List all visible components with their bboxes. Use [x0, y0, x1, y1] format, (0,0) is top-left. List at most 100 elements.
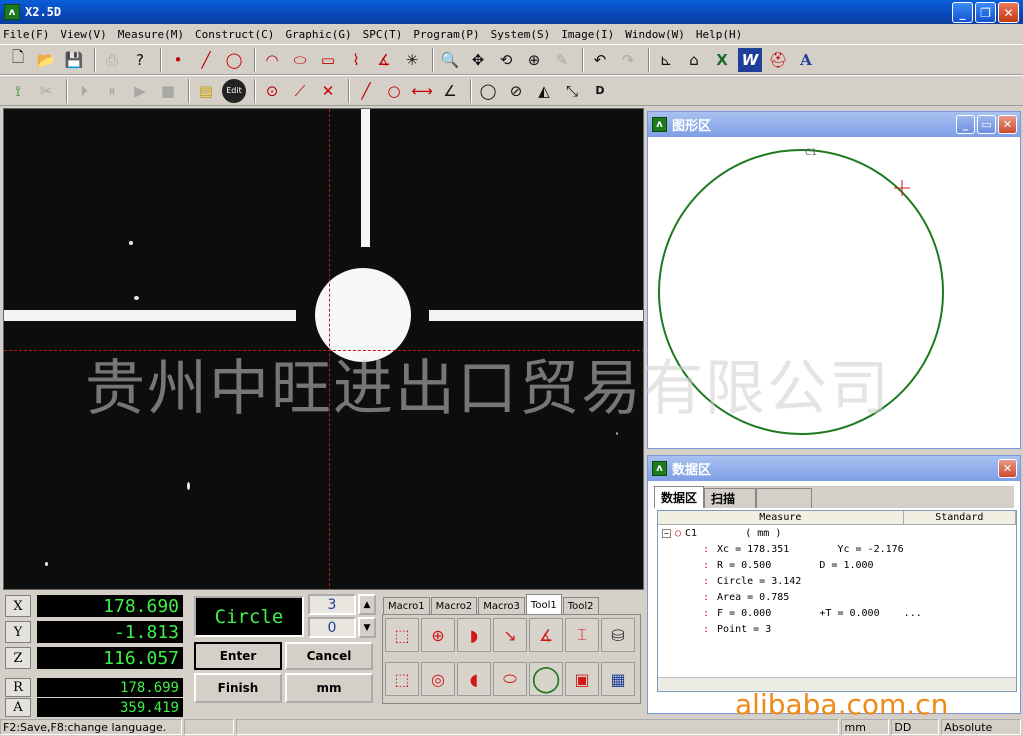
- count-up-arrow-icon[interactable]: ▲: [358, 594, 376, 615]
- play-icon[interactable]: ▶: [128, 79, 152, 103]
- enter-button[interactable]: Enter: [194, 642, 282, 670]
- tool-target-2-icon[interactable]: ⊕: [421, 618, 455, 652]
- edit-icon[interactable]: Edit: [222, 78, 246, 103]
- tab-empty[interactable]: [756, 488, 813, 508]
- open-icon[interactable]: 📂: [34, 48, 58, 72]
- pan-icon[interactable]: ✥: [466, 48, 490, 72]
- export-icon[interactable]: ⌂: [682, 48, 706, 72]
- column-standard[interactable]: Standard: [904, 511, 1016, 524]
- tool-ring-icon[interactable]: ◎: [421, 662, 455, 696]
- tool-arrow-icon[interactable]: ↘: [493, 618, 527, 652]
- point-count-field[interactable]: 3: [308, 594, 356, 615]
- menu-system[interactable]: System(S): [491, 28, 551, 41]
- cancel-button[interactable]: Cancel: [285, 642, 373, 670]
- circle-slash-icon[interactable]: ⊘: [504, 79, 528, 103]
- triangle-angle-icon[interactable]: ◭: [532, 79, 556, 103]
- tool-arc-3-icon[interactable]: ◗: [457, 618, 491, 652]
- center-point-icon[interactable]: ⊙: [260, 79, 284, 103]
- unit-button[interactable]: mm: [285, 673, 373, 703]
- menu-image[interactable]: Image(I): [561, 28, 614, 41]
- distance-icon[interactable]: ⟷: [410, 79, 434, 103]
- tool-arc-icon[interactable]: ◖: [457, 662, 491, 696]
- report-icon[interactable]: ⛑: [766, 48, 790, 72]
- tool-slot-icon[interactable]: ⬭: [493, 662, 527, 696]
- tool-calculator-icon[interactable]: ▦: [601, 662, 635, 696]
- menu-graphic[interactable]: Graphic(G): [285, 28, 351, 41]
- menu-spc[interactable]: SPC(T): [363, 28, 403, 41]
- angle-construct-icon[interactable]: ∠: [438, 79, 462, 103]
- point-line-icon[interactable]: ⟋: [288, 79, 312, 103]
- tab-macro1[interactable]: Macro1: [383, 597, 430, 615]
- rotate-icon[interactable]: ⟲: [494, 48, 518, 72]
- new-icon[interactable]: 🗋: [6, 48, 30, 72]
- tab-tool2[interactable]: Tool2: [562, 597, 599, 615]
- excel-icon[interactable]: X: [710, 48, 734, 72]
- tool-rect-1-icon[interactable]: ⬚: [385, 618, 419, 652]
- tool-rect-arrows-icon[interactable]: ⬚: [385, 662, 419, 696]
- tree-row[interactable]: : Xc = 178.351 Yc = -2.176: [658, 541, 1016, 557]
- auto-icon[interactable]: ✳: [400, 48, 424, 72]
- tree-row[interactable]: : Point = 3: [658, 621, 1016, 637]
- close-button[interactable]: ✕: [998, 2, 1019, 23]
- intersect-icon[interactable]: ✕: [316, 79, 340, 103]
- menu-window[interactable]: Window(W): [625, 28, 685, 41]
- arc-icon[interactable]: ◠: [260, 48, 284, 72]
- tool-width-icon[interactable]: ⌶: [565, 618, 599, 652]
- panel-minimize-button[interactable]: _: [956, 115, 975, 134]
- collapse-icon[interactable]: −: [662, 528, 671, 538]
- tools-icon[interactable]: ✂: [34, 79, 58, 103]
- zoom-icon[interactable]: 🔍: [438, 48, 462, 72]
- help-icon[interactable]: ?: [128, 48, 152, 72]
- menu-construct[interactable]: Construct(C): [195, 28, 274, 41]
- distance-d-icon[interactable]: D: [588, 79, 612, 103]
- graphics-canvas[interactable]: C1: [648, 138, 1020, 448]
- maximize-button[interactable]: ❐: [975, 2, 996, 23]
- tab-scan[interactable]: 扫描: [704, 488, 757, 508]
- point-count-secondary[interactable]: 0: [308, 617, 356, 638]
- axis-icon[interactable]: ⊾: [654, 48, 678, 72]
- tree-row[interactable]: : Area = 0.785: [658, 589, 1016, 605]
- tool-angle-icon[interactable]: ∡: [529, 618, 563, 652]
- print-preview-icon[interactable]: ⎙: [100, 48, 124, 72]
- folder-icon[interactable]: ▤: [194, 79, 218, 103]
- word-icon[interactable]: W: [738, 47, 762, 72]
- panel-close-button[interactable]: ✕: [998, 115, 1017, 134]
- point-icon[interactable]: •: [166, 48, 190, 72]
- menu-view[interactable]: View(V): [60, 28, 106, 41]
- rectangle-icon[interactable]: ▭: [316, 48, 340, 72]
- line-construct-icon[interactable]: ╱: [354, 79, 378, 103]
- tab-tool1[interactable]: Tool1: [525, 594, 562, 615]
- tree-row[interactable]: :R = 0.500 D = 1.000: [658, 557, 1016, 573]
- slot-icon[interactable]: ⌇: [344, 48, 368, 72]
- tool-probe-icon[interactable]: ⛁: [601, 618, 635, 652]
- undo-icon[interactable]: ↶: [588, 48, 612, 72]
- diagonal-distance-icon[interactable]: ⤡: [560, 79, 584, 103]
- save-icon[interactable]: 💾: [62, 48, 86, 72]
- tool-box-icon[interactable]: ▣: [565, 662, 599, 696]
- menu-file[interactable]: File(F): [3, 28, 49, 41]
- line-icon[interactable]: ╱: [194, 48, 218, 72]
- tab-data[interactable]: 数据区: [654, 486, 705, 508]
- font-icon[interactable]: A: [794, 48, 818, 72]
- circle-tangent-icon[interactable]: ◯: [476, 79, 500, 103]
- menu-measure[interactable]: Measure(M): [118, 28, 184, 41]
- camera-view[interactable]: [3, 108, 644, 590]
- tab-macro3[interactable]: Macro3: [478, 597, 525, 615]
- probe-icon[interactable]: ⟟: [6, 79, 30, 103]
- target-icon[interactable]: ⊕: [522, 48, 546, 72]
- redo-icon[interactable]: ↷: [616, 48, 640, 72]
- tool-green-ring-icon[interactable]: ◯: [529, 662, 563, 696]
- angle-icon[interactable]: ∡: [372, 48, 396, 72]
- count-down-arrow-icon[interactable]: ▼: [358, 617, 376, 638]
- tree-root[interactable]: − ○ C1 ( mm ): [658, 525, 1016, 541]
- pause-icon[interactable]: ⏸: [100, 79, 124, 103]
- step-play-icon[interactable]: ⏵: [72, 79, 96, 103]
- tree-row[interactable]: :F = 0.000 +T = 0.000 ...: [658, 605, 1016, 621]
- data-panel-close-button[interactable]: ✕: [998, 459, 1017, 478]
- erase-icon[interactable]: ✎: [550, 48, 574, 72]
- column-measure[interactable]: Measure: [658, 511, 904, 524]
- panel-maximize-button[interactable]: ▭: [977, 115, 996, 134]
- tree-row[interactable]: : Circle = 3.142: [658, 573, 1016, 589]
- circle-construct-icon[interactable]: ○: [382, 79, 406, 103]
- minimize-button[interactable]: _: [952, 2, 973, 23]
